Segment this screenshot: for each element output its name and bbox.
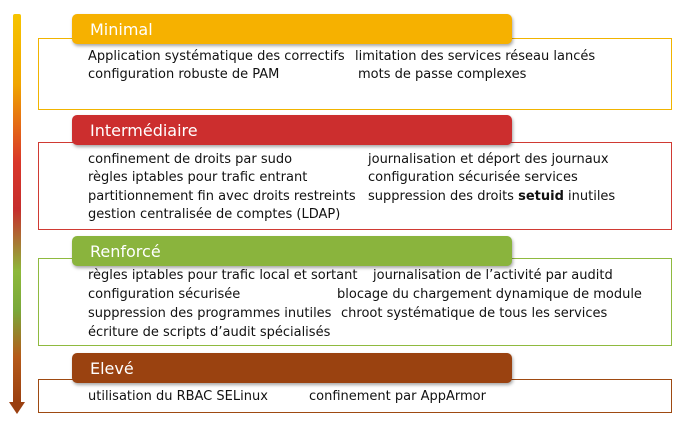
renf-item-1: règles iptables pour trafic local et sor… xyxy=(88,268,358,283)
renf-item-7: écriture de scripts d’audit spécialisés xyxy=(88,325,331,340)
renf-item-6: chroot systématique de tous les services xyxy=(341,306,608,321)
level-title-eleve: Elevé xyxy=(72,353,512,383)
minimal-item-2: limitation des services réseau lancés xyxy=(355,49,596,64)
inter-item-3: règles iptables pour trafic entrant xyxy=(88,170,308,185)
minimal-item-1: Application systématique des correctifs xyxy=(88,49,345,64)
renf-item-2: journalisation de l’activité par auditd xyxy=(373,268,613,283)
renf-item-3: configuration sécurisée xyxy=(88,287,241,302)
eleve-item-1: utilisation du RBAC SELinux xyxy=(88,389,268,404)
minimal-item-3: configuration robuste de PAM xyxy=(88,67,280,82)
inter-item-6: suppression des droits setuid inutiles xyxy=(368,189,615,204)
level-progression-arrowhead xyxy=(9,402,25,414)
level-title-intermediaire: Intermédiaire xyxy=(72,115,512,145)
inter-item-7: gestion centralisée de comptes (LDAP) xyxy=(88,207,341,222)
inter-item-6-setuid: setuid xyxy=(518,189,564,204)
inter-item-6-prefix: suppression des droits xyxy=(368,189,519,204)
inter-item-4: configuration sécurisée services xyxy=(368,170,578,185)
inter-item-6-suffix: inutiles xyxy=(563,189,616,204)
minimal-item-4: mots de passe complexes xyxy=(358,67,527,82)
eleve-item-2: confinement par AppArmor xyxy=(309,389,486,404)
renf-item-4: blocage du chargement dynamique de modul… xyxy=(337,287,642,302)
inter-item-1: confinement de droits par sudo xyxy=(88,152,293,167)
inter-item-2: journalisation et déport des journaux xyxy=(368,152,609,167)
level-title-minimal: Minimal xyxy=(72,14,512,44)
level-progression-arrow xyxy=(13,14,21,404)
level-title-renforce: Renforcé xyxy=(72,236,512,266)
inter-item-5: partitionnement fin avec droits restrein… xyxy=(88,189,356,204)
renf-item-5: suppression des programmes inutiles xyxy=(88,306,332,321)
